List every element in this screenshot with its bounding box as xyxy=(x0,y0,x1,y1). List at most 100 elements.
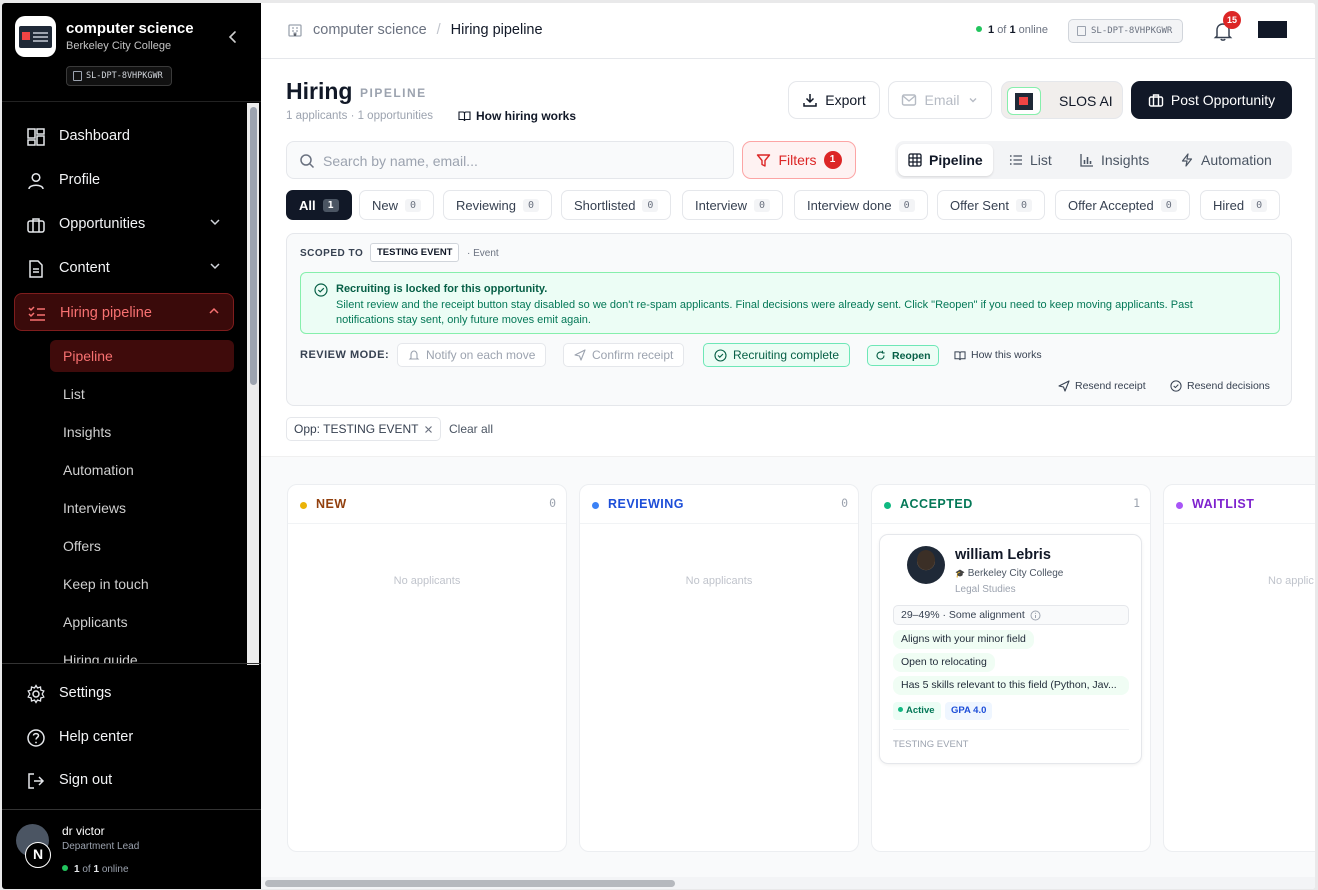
column-header: WAITLIST xyxy=(1164,485,1315,524)
status-badge: Active xyxy=(893,702,941,720)
stage-tab-shortlisted[interactable]: Shortlisted 0 xyxy=(561,190,672,220)
sidebar-item-sign-out[interactable]: Sign out xyxy=(14,763,244,797)
sidebar-item-opportunities[interactable]: Opportunities xyxy=(14,205,234,243)
org-switcher[interactable]: computer science Berkeley City College S… xyxy=(15,16,248,96)
stage-tab-offer-sent[interactable]: Offer Sent 0 xyxy=(937,190,1046,220)
stage-tab-label: Interview xyxy=(695,197,748,213)
close-icon[interactable] xyxy=(424,425,433,434)
stage-tab-count: 0 xyxy=(642,198,659,212)
resend-receipt-button[interactable]: Resend receipt xyxy=(1058,380,1146,392)
stage-tab-hired[interactable]: Hired 0 xyxy=(1200,190,1281,220)
org-logo[interactable] xyxy=(1258,21,1287,38)
chevron-left-icon xyxy=(228,31,236,43)
sidebar-item-label: Sign out xyxy=(59,772,113,788)
sidebar-scrollbar-thumb[interactable] xyxy=(250,107,257,385)
sidebar-item-help-center[interactable]: Help center xyxy=(14,720,244,754)
org-code-copy-button[interactable]: SL-DPT-8VHPKGWR xyxy=(66,66,172,86)
tab-automation[interactable]: Automation xyxy=(1170,144,1282,176)
sidebar-subitem-applicants[interactable]: Applicants xyxy=(50,606,234,638)
stage-tab-interview-done[interactable]: Interview done 0 xyxy=(794,190,928,220)
post-opportunity-button[interactable]: Post Opportunity xyxy=(1131,81,1292,119)
breadcrumb-org[interactable]: computer science xyxy=(313,22,427,38)
stage-tab-interview[interactable]: Interview 0 xyxy=(682,190,784,220)
sidebar-item-label: Content xyxy=(59,260,110,276)
sidebar-item-hiring-pipeline[interactable]: Hiring pipeline xyxy=(14,293,234,331)
filters-button[interactable]: Filters 1 xyxy=(742,141,856,179)
resend-receipt-label: Resend receipt xyxy=(1075,380,1146,392)
confirm-receipt-button[interactable]: Confirm receipt xyxy=(563,343,685,367)
copy-code-button[interactable]: SL-DPT-8VHPKGWR xyxy=(1068,19,1184,43)
column-header: NEW 0 xyxy=(288,485,566,524)
sidebar-item-settings[interactable]: Settings xyxy=(14,676,244,710)
scope-panel: SCOPED TO TESTING EVENT · Event Recruiti… xyxy=(286,233,1292,406)
sidebar-subitem-keep-in-touch[interactable]: Keep in touch xyxy=(50,568,234,600)
org-logo xyxy=(15,16,56,57)
stage-tab-count: 0 xyxy=(898,198,915,212)
main-content: computer science / Hiring pipeline 1 of … xyxy=(261,3,1315,889)
notification-count-badge: 15 xyxy=(1223,11,1241,29)
stage-tab-label: Interview done xyxy=(807,197,892,213)
online-dot-icon xyxy=(62,865,68,871)
clear-all-filters-link[interactable]: Clear all xyxy=(449,422,493,436)
sidebar-item-profile[interactable]: Profile xyxy=(14,161,234,199)
sidebar-subitem-hiring-guide[interactable]: Hiring guide xyxy=(50,644,234,663)
breadcrumb-separator: / xyxy=(436,22,441,38)
match-reason-tag: Open to relocating xyxy=(893,653,995,672)
column-count: 1 xyxy=(1133,496,1140,510)
empty-state: No applicants xyxy=(393,575,461,587)
notify-on-each-move-button[interactable]: Notify on each move xyxy=(397,343,547,367)
stage-tab-new[interactable]: New 0 xyxy=(359,190,435,220)
user-menu[interactable]: N dr victor Department Lead 1 of 1 onlin… xyxy=(16,821,246,881)
stage-tab-count: 1 xyxy=(322,198,339,212)
status-dot-icon xyxy=(592,502,599,509)
resend-decisions-button[interactable]: Resend decisions xyxy=(1170,380,1270,392)
sidebar-subitem-insights[interactable]: Insights xyxy=(50,416,234,448)
export-button[interactable]: Export xyxy=(788,81,880,119)
search-input[interactable] xyxy=(323,150,723,172)
sidebar-item-dashboard[interactable]: Dashboard xyxy=(14,117,234,155)
filter-chip[interactable]: Opp: TESTING EVENT xyxy=(286,417,442,441)
email-button[interactable]: Email xyxy=(888,81,992,119)
refresh-icon xyxy=(876,350,885,360)
check-circle-icon xyxy=(714,348,727,362)
resend-decisions-label: Resend decisions xyxy=(1187,380,1270,392)
collapse-sidebar-button[interactable] xyxy=(224,28,242,46)
sidebar-subitem-list[interactable]: List xyxy=(50,378,234,410)
user-online-status: 1 of 1 online xyxy=(62,864,129,875)
column-title: WAITLIST xyxy=(1192,497,1255,511)
copy-icon xyxy=(1077,26,1086,36)
tab-pipeline[interactable]: Pipeline xyxy=(898,144,993,176)
sidebar-subitem-pipeline[interactable]: Pipeline xyxy=(50,340,234,372)
sidebar-divider xyxy=(2,809,261,810)
chevron-down-icon xyxy=(210,263,220,270)
slos-ai-button[interactable]: SLOS AI xyxy=(1001,81,1123,119)
sidebar-subitem-offers[interactable]: Offers xyxy=(50,530,234,562)
stage-tab-label: Offer Sent xyxy=(950,197,1010,213)
stage-tab-offer-accepted[interactable]: Offer Accepted 0 xyxy=(1055,190,1190,220)
sidebar-subitem-interviews[interactable]: Interviews xyxy=(50,492,234,524)
user-icon xyxy=(28,172,44,190)
recruiting-complete-button[interactable]: Recruiting complete xyxy=(703,343,851,367)
gear-icon xyxy=(27,684,45,704)
tab-label: List xyxy=(1030,152,1052,168)
stage-tab-all[interactable]: All 1 xyxy=(286,190,352,220)
status-dot-icon xyxy=(884,502,891,509)
check-circle-icon xyxy=(314,283,328,297)
org-subtitle: Berkeley City College xyxy=(66,40,172,52)
applicant-card[interactable]: william Lebris 🎓 Berkeley City College L… xyxy=(879,534,1142,764)
tab-insights[interactable]: Insights xyxy=(1070,144,1159,176)
how-this-works-link[interactable]: How this works xyxy=(954,349,1042,361)
info-icon[interactable] xyxy=(1030,610,1041,621)
sidebar-item-content[interactable]: Content xyxy=(14,249,234,287)
reopen-button[interactable]: Reopen xyxy=(867,345,939,366)
stage-tab-reviewing[interactable]: Reviewing 0 xyxy=(443,190,553,220)
online-word: online xyxy=(1018,24,1048,36)
tab-list[interactable]: List xyxy=(999,144,1062,176)
stage-tab-label: All xyxy=(299,197,316,213)
sidebar-item-label: Profile xyxy=(59,172,101,188)
search-box[interactable] xyxy=(286,141,734,179)
how-hiring-works-link[interactable]: How hiring works xyxy=(458,109,576,123)
sidebar-subitem-automation[interactable]: Automation xyxy=(50,454,234,486)
column-waitlist: WAITLIST No applic xyxy=(1163,484,1315,852)
board-scrollbar-thumb[interactable] xyxy=(265,880,675,887)
